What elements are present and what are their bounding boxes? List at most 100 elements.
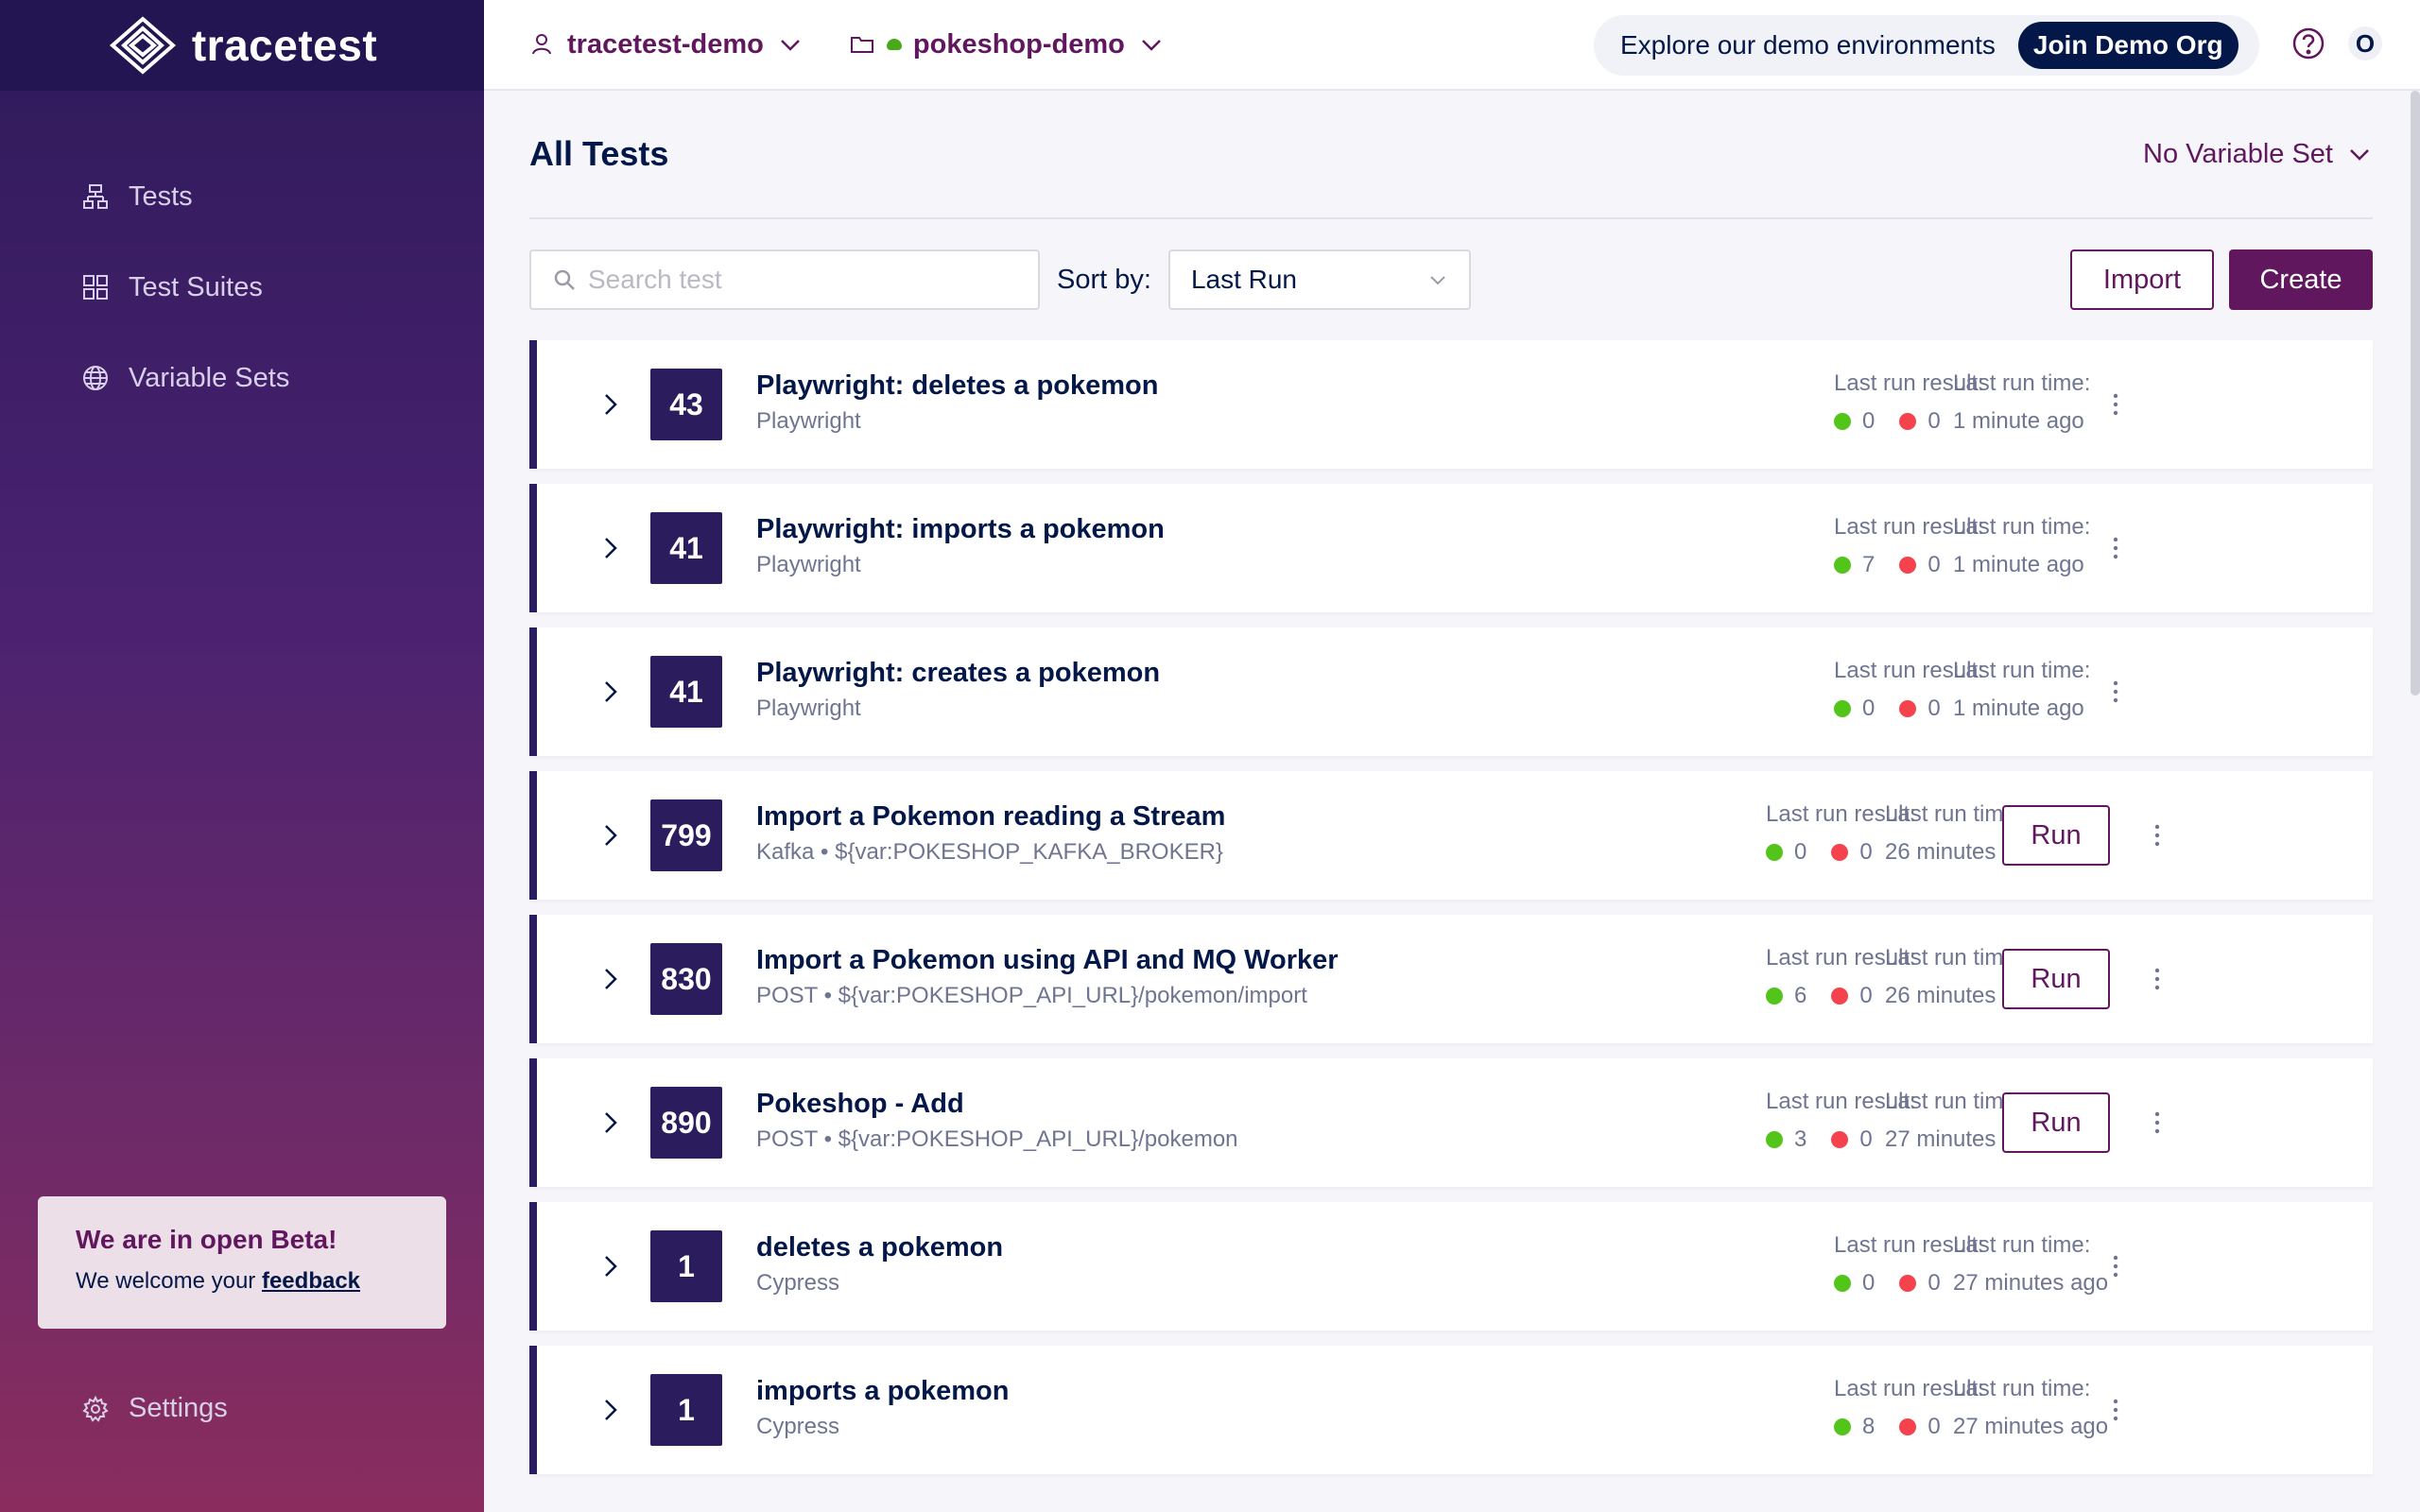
test-name[interactable]: Import a Pokemon reading a Stream: [756, 801, 1225, 833]
test-row[interactable]: 41 Playwright: imports a pokemon Playwri…: [529, 484, 2373, 612]
environment-name: pokeshop-demo: [912, 28, 1125, 60]
sort-select[interactable]: Last Run: [1167, 249, 1471, 310]
pass-dot-icon: [1766, 988, 1783, 1005]
test-name[interactable]: Pokeshop - Add: [756, 1089, 964, 1120]
test-name[interactable]: deletes a pokemon: [756, 1232, 1003, 1263]
page-title: All Tests: [529, 134, 669, 173]
feedback-link[interactable]: feedback: [262, 1268, 360, 1294]
fail-count: 0: [1859, 1126, 1873, 1152]
pass-dot-icon: [1834, 700, 1851, 717]
more-options-icon[interactable]: [2099, 387, 2133, 421]
more-options-icon[interactable]: [2099, 675, 2133, 709]
controls-bar: Sort by: Last Run Import Create: [529, 219, 2373, 340]
search-box: [529, 249, 1040, 310]
pass-count: 0: [1794, 839, 1807, 865]
variable-set-label: No Variable Set: [2143, 138, 2333, 169]
sidebar-nav: Tests Test Suites Variable Sets: [0, 151, 484, 423]
chevron-right-icon[interactable]: [594, 818, 628, 852]
test-row[interactable]: 41 Playwright: creates a pokemon Playwri…: [529, 627, 2373, 756]
test-name[interactable]: Import a Pokemon using API and MQ Worker: [756, 945, 1339, 976]
sort-label: Sort by:: [1057, 264, 1151, 295]
scrollbar[interactable]: [2411, 91, 2420, 696]
folder-icon: [850, 37, 873, 53]
more-options-icon[interactable]: [2099, 1249, 2133, 1283]
test-row[interactable]: 1 deletes a pokemon Cypress Last run res…: [529, 1202, 2373, 1331]
run-button[interactable]: Run: [2002, 805, 2110, 866]
beta-title: We are in open Beta!: [76, 1225, 337, 1254]
variable-set-selector[interactable]: No Variable Set: [2143, 139, 2373, 170]
org-name: tracetest-demo: [567, 28, 764, 60]
test-name[interactable]: imports a pokemon: [756, 1376, 1010, 1407]
sidebar-item-test-suites[interactable]: Test Suites: [0, 242, 484, 333]
more-options-icon[interactable]: [2099, 531, 2133, 565]
sidebar-item-settings[interactable]: Settings: [81, 1393, 228, 1424]
sidebar-item-variable-sets[interactable]: Variable Sets: [0, 333, 484, 423]
test-row[interactable]: 830 Import a Pokemon using API and MQ Wo…: [529, 915, 2373, 1043]
test-row[interactable]: 43 Playwright: deletes a pokemon Playwri…: [529, 340, 2373, 469]
brand-logo[interactable]: tracetest: [0, 0, 484, 91]
pass-count: 6: [1794, 983, 1807, 1008]
test-name[interactable]: Playwright: deletes a pokemon: [756, 370, 1158, 402]
fail-count: 0: [1927, 408, 1941, 434]
last-run-time-value: 27 minutes ago: [1953, 1270, 2109, 1296]
fail-count: 0: [1927, 1414, 1941, 1439]
test-trigger: POST • ${var:POKESHOP_API_URL}/pokemon/i…: [756, 983, 1307, 1008]
test-trigger: Kafka • ${var:POKESHOP_KAFKA_BROKER}: [756, 839, 1223, 865]
pass-count: 8: [1862, 1414, 1876, 1439]
test-row[interactable]: 799 Import a Pokemon reading a Stream Ka…: [529, 771, 2373, 900]
search-input[interactable]: [588, 265, 1023, 295]
run-button[interactable]: Run: [2002, 1092, 2110, 1153]
run-count-badge: 1: [650, 1230, 722, 1302]
import-button[interactable]: Import: [2070, 249, 2214, 310]
fail-dot-icon: [1831, 844, 1849, 861]
test-suites-icon: [83, 275, 108, 300]
join-demo-org-button[interactable]: Join Demo Org: [2017, 22, 2238, 69]
chevron-right-icon[interactable]: [594, 675, 628, 709]
chevron-right-icon[interactable]: [594, 1393, 628, 1427]
run-count-badge: 799: [650, 799, 722, 871]
chevron-right-icon[interactable]: [594, 1106, 628, 1140]
more-options-icon[interactable]: [2140, 1106, 2174, 1140]
cloud-status-icon: [886, 39, 902, 50]
demo-text: Explore our demo environments: [1620, 30, 1996, 60]
create-button[interactable]: Create: [2229, 249, 2373, 310]
tests-icon: [83, 184, 108, 209]
title-row: All Tests No Variable Set: [529, 91, 2373, 219]
more-options-icon[interactable]: [2140, 818, 2174, 852]
last-run-time-value: 1 minute ago: [1953, 696, 2084, 721]
test-trigger: Cypress: [756, 1270, 840, 1296]
chevron-right-icon[interactable]: [594, 531, 628, 565]
more-options-icon[interactable]: [2099, 1393, 2133, 1427]
chevron-right-icon[interactable]: [594, 962, 628, 996]
chevron-down-icon: [781, 40, 800, 51]
org-selector[interactable]: tracetest-demo: [529, 29, 804, 60]
test-name[interactable]: Playwright: creates a pokemon: [756, 658, 1160, 689]
fail-count: 0: [1927, 552, 1941, 577]
pass-count: 0: [1862, 408, 1876, 434]
test-row[interactable]: 890 Pokeshop - Add POST • ${var:POKESHOP…: [529, 1058, 2373, 1187]
test-trigger: POST • ${var:POKESHOP_API_URL}/pokemon: [756, 1126, 1238, 1152]
test-trigger: Playwright: [756, 696, 861, 721]
demo-banner: Explore our demo environments Join Demo …: [1594, 15, 2259, 76]
pass-dot-icon: [1766, 844, 1783, 861]
run-count-badge: 1: [650, 1374, 722, 1446]
last-run-time-label: Last run time:: [1953, 1232, 2091, 1258]
fail-count: 0: [1859, 839, 1873, 865]
more-options-icon[interactable]: [2140, 962, 2174, 996]
environment-selector[interactable]: pokeshop-demo: [849, 29, 1165, 60]
test-name[interactable]: Playwright: imports a pokemon: [756, 514, 1165, 545]
sidebar: tracetest Tests Test Suites Variable Set…: [0, 0, 484, 1512]
avatar[interactable]: O: [2348, 26, 2382, 60]
sidebar-item-tests[interactable]: Tests: [0, 151, 484, 242]
pass-count: 0: [1862, 1270, 1876, 1296]
chevron-right-icon[interactable]: [594, 387, 628, 421]
pass-dot-icon: [1834, 413, 1851, 430]
run-count-badge: 41: [650, 512, 722, 584]
help-icon[interactable]: [2291, 26, 2325, 60]
run-button[interactable]: Run: [2002, 949, 2110, 1009]
pass-count: 7: [1862, 552, 1876, 577]
test-row[interactable]: 1 imports a pokemon Cypress Last run res…: [529, 1346, 2373, 1474]
beta-banner: We are in open Beta! We welcome your fee…: [38, 1196, 446, 1329]
chevron-right-icon[interactable]: [594, 1249, 628, 1283]
pass-dot-icon: [1834, 1275, 1851, 1292]
